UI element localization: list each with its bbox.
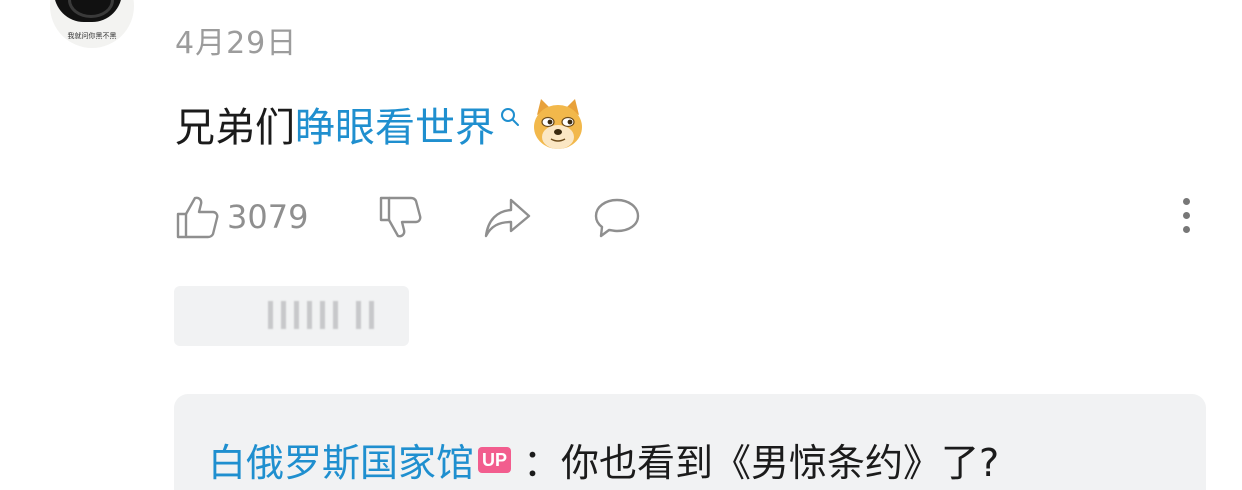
avatar[interactable]: 我就问你黑不黑 — [50, 0, 134, 48]
like-count: 3079 — [227, 198, 309, 236]
avatar-caption: 我就问你黑不黑 — [67, 32, 117, 40]
thumbs-down-icon — [379, 196, 422, 238]
search-icon[interactable] — [499, 106, 521, 128]
comment-text: 兄弟们 睁眼看世界 — [175, 96, 587, 152]
share-icon — [484, 198, 531, 238]
reply-preview[interactable]: 白俄罗斯国家馆 UP ：你也看到《男惊条约》了? — [174, 394, 1206, 490]
reply-line: 白俄罗斯国家馆 UP ：你也看到《男惊条约》了? — [208, 432, 999, 487]
comment-date: 4月29日 — [175, 26, 298, 61]
like-button[interactable]: 3079 — [175, 192, 308, 242]
comment-text-prefix: 兄弟们 — [175, 105, 295, 151]
dislike-button[interactable] — [378, 192, 422, 242]
blurred-reply-indicator[interactable] — [174, 286, 409, 346]
thumbs-up-icon — [176, 196, 219, 239]
doge-emoji-icon — [534, 99, 582, 149]
more-vertical-icon[interactable] — [1179, 198, 1193, 238]
avatar-image — [54, 0, 122, 22]
comment-actions: 3079 — [175, 192, 1195, 242]
reply-button[interactable] — [593, 192, 641, 242]
share-button[interactable] — [483, 192, 533, 242]
search-keyword-link[interactable]: 睁眼看世界 — [295, 95, 495, 153]
blur-bars — [268, 301, 382, 329]
reply-author[interactable]: 白俄罗斯国家馆 — [208, 432, 474, 487]
up-badge: UP — [478, 446, 512, 473]
comment-icon — [594, 198, 640, 238]
reply-text: ：你也看到《男惊条约》了? — [523, 441, 1000, 485]
